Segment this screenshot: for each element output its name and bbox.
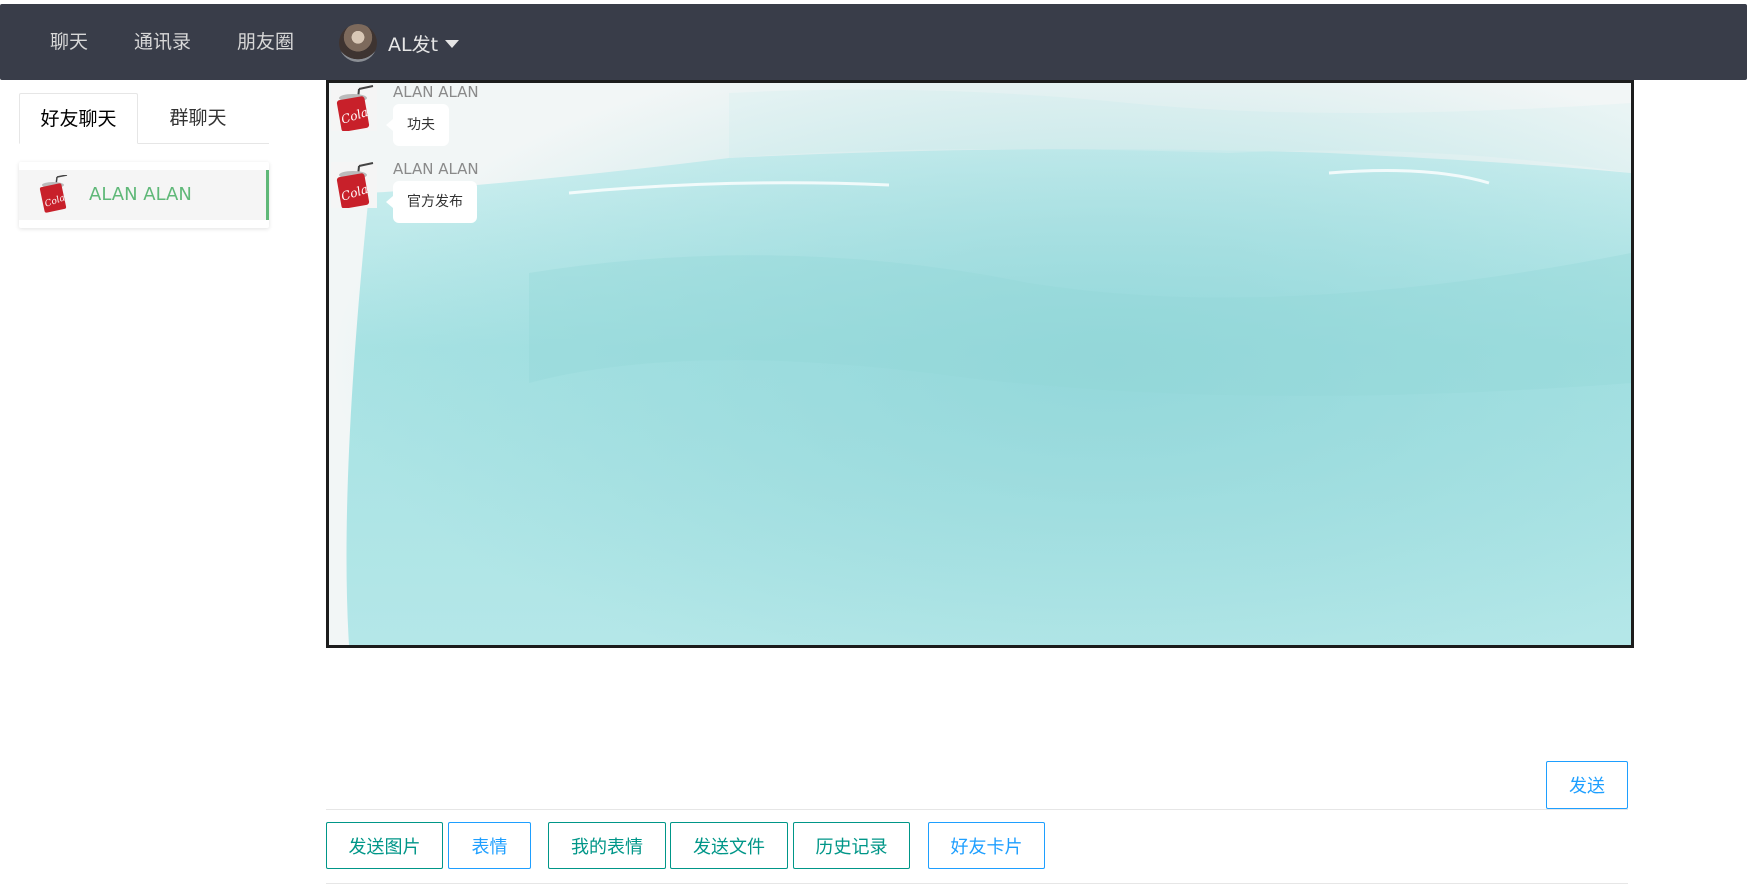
user-menu[interactable]: AL发t (339, 24, 460, 62)
message-input[interactable] (326, 650, 1626, 758)
chat-message-area[interactable]: Cola ALAN ALAN 功夫 Cola ALAN ALAN 官方发布 (326, 80, 1634, 648)
emoji-button[interactable]: 表情 (448, 822, 531, 869)
my-emoji-button[interactable]: 我的表情 (548, 822, 666, 869)
divider (326, 809, 1628, 810)
top-nav-bar: 聊天 通讯录 朋友圈 AL发t (0, 4, 1747, 80)
cola-can-icon: Cola (39, 175, 68, 213)
cola-can-icon: Cola (331, 162, 377, 208)
nav-item-moments[interactable]: 朋友圈 (237, 4, 294, 80)
send-image-button[interactable]: 发送图片 (326, 822, 443, 869)
message-sender-name: ALAN ALAN (393, 160, 479, 178)
tab-group-chat[interactable]: 群聊天 (138, 93, 258, 144)
send-button[interactable]: 发送 (1546, 761, 1628, 809)
divider (326, 883, 1628, 884)
friend-list: Cola ALAN ALAN (19, 162, 269, 228)
chat-message: Cola ALAN ALAN 功夫 (331, 83, 731, 153)
send-file-button[interactable]: 发送文件 (670, 822, 788, 869)
user-avatar-icon (339, 24, 377, 62)
history-button[interactable]: 历史记录 (793, 822, 910, 869)
caret-down-icon (445, 40, 460, 48)
user-name: AL发t (388, 33, 439, 56)
friend-list-item[interactable]: Cola ALAN ALAN (19, 170, 269, 220)
message-sender-name: ALAN ALAN (393, 83, 479, 101)
chat-type-tabs: 好友聊天 群聊天 (19, 93, 269, 144)
nav-item-chat[interactable]: 聊天 (50, 4, 88, 80)
friend-card-button[interactable]: 好友卡片 (928, 822, 1045, 869)
tab-friend-chat[interactable]: 好友聊天 (19, 93, 138, 144)
message-bubble: 功夫 (386, 104, 449, 146)
cola-can-icon: Cola (331, 85, 377, 131)
friend-name: ALAN ALAN (89, 184, 192, 205)
nav-item-contacts[interactable]: 通讯录 (134, 4, 191, 80)
chat-message: Cola ALAN ALAN 官方发布 (331, 160, 731, 230)
message-bubble: 官方发布 (386, 181, 477, 223)
